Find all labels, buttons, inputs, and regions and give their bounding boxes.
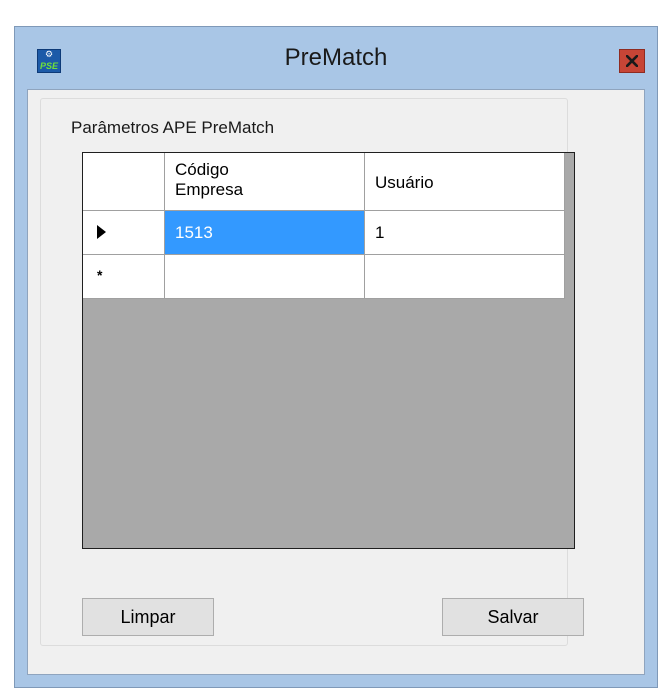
cell-value: 1513 <box>175 223 213 242</box>
new-row-indicator: * <box>97 267 103 283</box>
close-icon <box>626 55 638 67</box>
grid-corner-header[interactable] <box>83 153 165 211</box>
limpar-button[interactable]: Limpar <box>82 598 214 636</box>
current-row-arrow-icon <box>97 225 106 239</box>
title-bar[interactable]: ⚙ PSE PreMatch <box>15 27 657 89</box>
close-button[interactable] <box>619 49 645 73</box>
window-title: PreMatch <box>284 44 388 71</box>
row-header-1[interactable] <box>83 211 165 255</box>
cell-usuario-row1[interactable]: 1 <box>365 211 565 255</box>
parameters-datagrid[interactable]: Código Empresa Usuário 1513 1 * <box>82 152 575 549</box>
cell-usuario-new-row[interactable] <box>365 255 565 299</box>
salvar-button[interactable]: Salvar <box>442 598 584 636</box>
cell-codigo-empresa-new-row[interactable] <box>165 255 365 299</box>
cell-codigo-empresa-row1[interactable]: 1513 <box>165 211 365 255</box>
column-header-usuario[interactable]: Usuário <box>365 153 565 211</box>
cell-value: 1 <box>375 223 385 242</box>
column-header-codigo-empresa[interactable]: Código Empresa <box>165 153 365 211</box>
groupbox-label: Parâmetros APE PreMatch <box>68 118 278 138</box>
column-header-label: Usuário <box>375 173 434 192</box>
column-header-label: Código Empresa <box>175 160 244 199</box>
row-header-new[interactable]: * <box>83 255 165 299</box>
